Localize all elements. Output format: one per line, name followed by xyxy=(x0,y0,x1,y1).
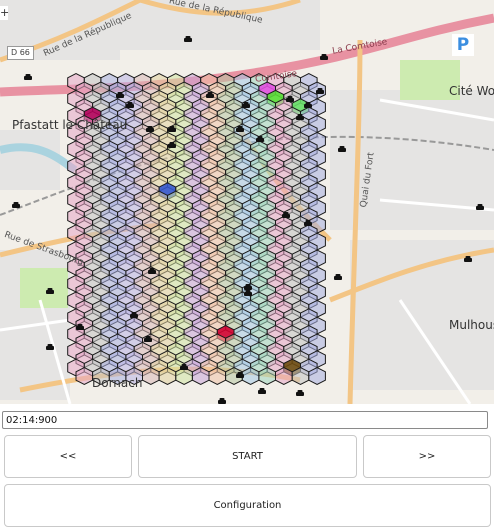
map-canvas[interactable] xyxy=(0,0,494,404)
residential-area xyxy=(350,240,494,390)
zoom-in-button[interactable]: + xyxy=(0,6,9,20)
hex-cell xyxy=(191,367,210,385)
parking-icon: P xyxy=(452,34,474,56)
map-view[interactable]: + D 66 P Rue de la République Rue de la … xyxy=(0,0,494,404)
configuration-button[interactable]: Configuration xyxy=(4,484,491,527)
residential-area xyxy=(0,130,60,190)
place-label: Mulhouse xyxy=(449,318,494,332)
start-button[interactable]: START xyxy=(138,435,357,478)
previous-step-button[interactable]: << xyxy=(4,435,132,478)
time-field[interactable] xyxy=(2,411,488,429)
hex-cell xyxy=(308,367,326,385)
place-label: Dornach xyxy=(92,376,143,390)
place-label: Cité Wolf- xyxy=(449,84,494,98)
road-shield-d66: D 66 xyxy=(7,46,34,60)
hex-cell xyxy=(158,367,177,385)
hex-cell xyxy=(291,367,310,385)
next-step-button[interactable]: >> xyxy=(363,435,491,478)
hex-cell xyxy=(208,367,227,385)
hex-cell xyxy=(241,367,260,385)
hex-cell xyxy=(75,367,94,385)
place-label: Pfastatt le Château xyxy=(12,118,128,132)
hex-cell xyxy=(258,367,276,385)
hex-cell xyxy=(275,367,293,385)
hex-cell xyxy=(175,367,193,385)
hex-cell xyxy=(142,367,160,385)
park-area xyxy=(20,268,68,308)
